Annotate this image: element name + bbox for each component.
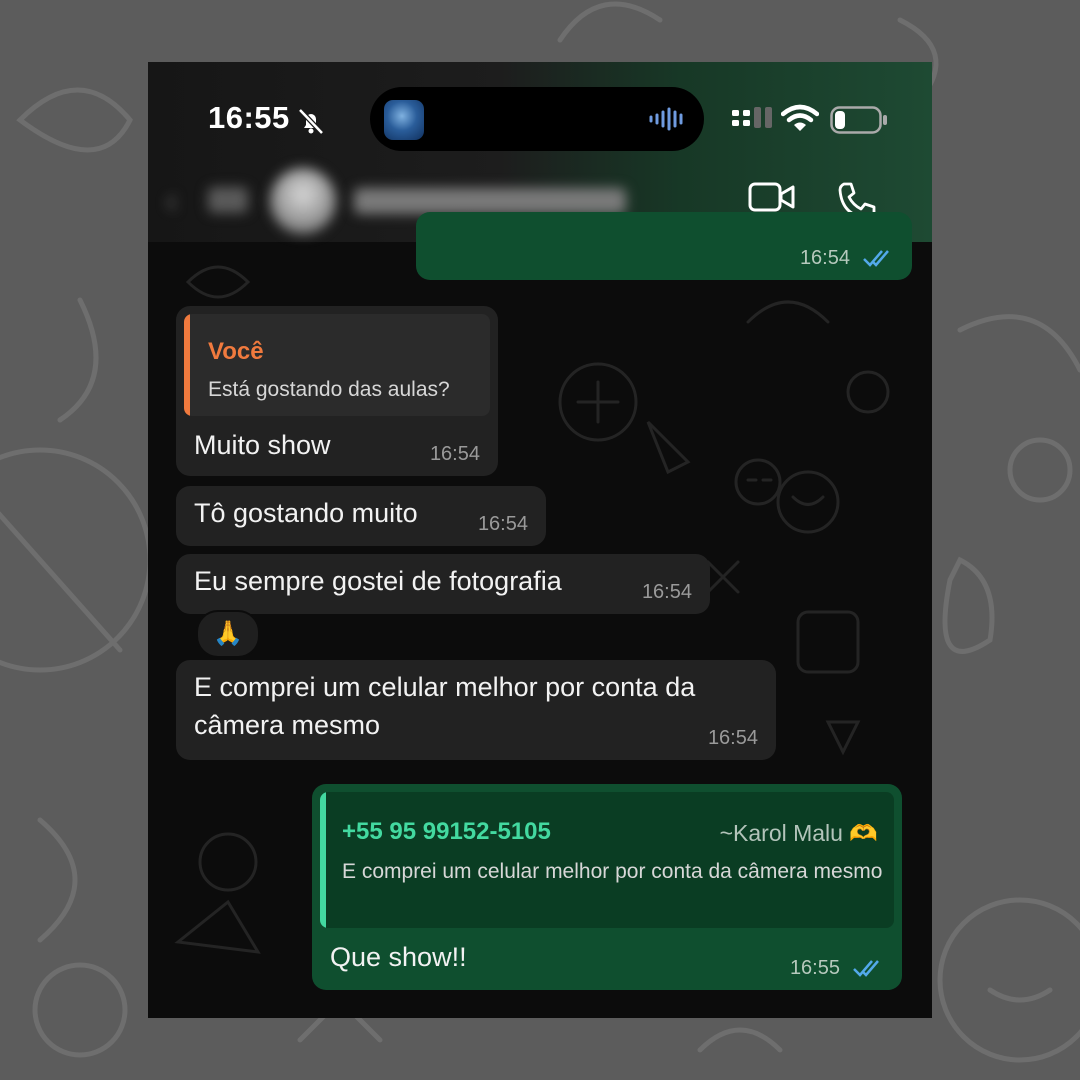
quoted-message[interactable]: Você Está gostando das aulas? — [184, 314, 490, 416]
message-text: Eu sempre gostei de fotografia — [194, 566, 562, 596]
music-app-icon[interactable] — [384, 100, 424, 140]
signal-icon — [732, 107, 772, 128]
wifi-icon — [781, 104, 819, 131]
quote-text: Está gostando das aulas? — [208, 378, 450, 401]
contact-avatar[interactable] — [270, 168, 336, 234]
dynamic-island — [370, 87, 704, 151]
read-receipt-icon — [863, 250, 889, 267]
back-chevron-icon[interactable]: ‹ — [166, 182, 198, 220]
phone-screen: 16:55 ‹ 16:54 Você Está gostando das aul… — [148, 62, 932, 1018]
video-camera-icon[interactable] — [748, 181, 796, 213]
outgoing-message-bubble[interactable]: +55 95 99152-5105 ~Karol Malu 🫶 E compre… — [312, 784, 902, 990]
quoted-message[interactable]: +55 95 99152-5105 ~Karol Malu 🫶 E compre… — [320, 792, 894, 928]
message-time: 16:54 — [429, 443, 480, 465]
message-time: 16:54 — [799, 247, 850, 269]
incoming-message-bubble[interactable]: Eu sempre gostei de fotografia 16:54 — [176, 554, 710, 614]
status-time: 16:55 — [208, 100, 290, 135]
audio-wave-icon — [649, 107, 683, 131]
quote-author: ~Karol Malu 🫶 — [719, 820, 878, 846]
message-text: Que show!! — [330, 942, 467, 972]
unread-count-badge — [208, 187, 248, 213]
message-time: 16:54 — [707, 727, 758, 749]
message-time: 16:54 — [477, 513, 528, 535]
message-time: 16:54 — [641, 581, 692, 603]
quote-text: E comprei um celular melhor por conta da… — [342, 860, 883, 883]
quote-accent-bar — [184, 314, 190, 416]
incoming-message-bubble[interactable]: Você Está gostando das aulas? Muito show… — [176, 306, 498, 476]
quote-sender: +55 95 99152-5105 — [342, 818, 551, 845]
read-receipt-icon — [853, 960, 879, 977]
bell-slash-icon — [298, 108, 324, 135]
incoming-message-bubble[interactable]: Tô gostando muito 16:54 — [176, 486, 546, 546]
message-time: 16:55 — [789, 957, 840, 979]
message-text: Muito show — [194, 430, 331, 460]
quote-sender: Você — [208, 338, 264, 365]
quote-accent-bar — [320, 792, 326, 928]
message-text: Tô gostando muito — [194, 498, 418, 528]
battery-low-icon — [830, 106, 887, 134]
incoming-message-bubble[interactable]: E comprei um celular melhor por conta da… — [176, 660, 776, 760]
message-text-line-2: câmera mesmo — [194, 710, 381, 740]
message-text-line-1: E comprei um celular melhor por conta da — [194, 672, 696, 702]
outgoing-message-bubble[interactable]: 16:54 — [416, 212, 912, 280]
contact-name[interactable] — [354, 188, 626, 214]
message-reaction[interactable]: 🙏 — [196, 610, 260, 658]
